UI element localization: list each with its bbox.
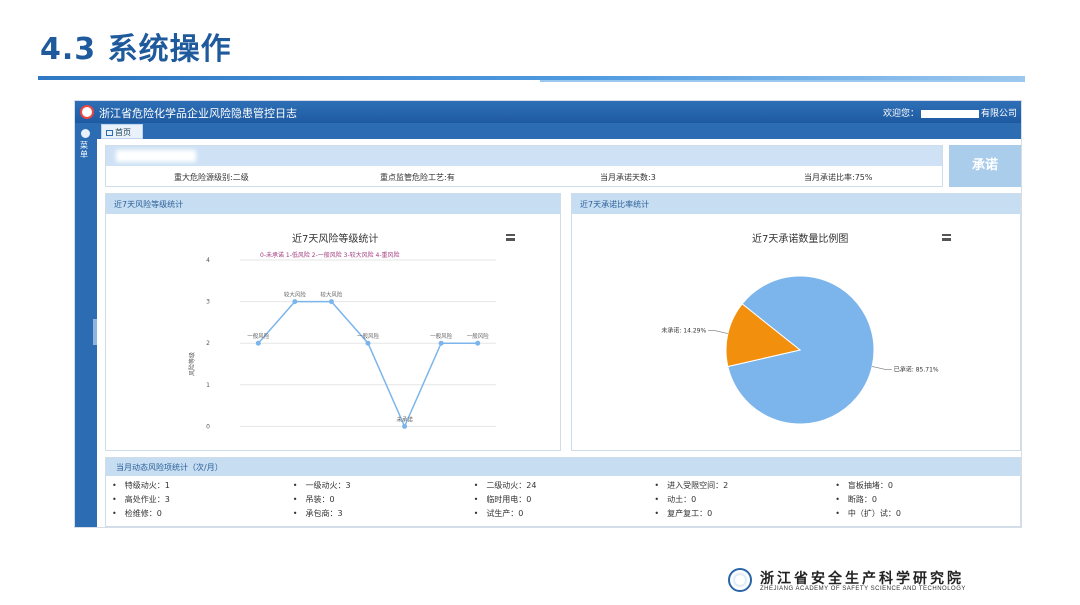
- app-header: 浙江省危险化学品企业风险隐患管控日志 欢迎您： 有限公司: [75, 101, 1021, 123]
- masked-company-name: [920, 109, 979, 118]
- risk-point-label: 一般风险: [430, 332, 453, 340]
- academy-logo-icon: [728, 568, 752, 592]
- risk-level-panel-header: 近7天风险等级统计: [106, 194, 560, 214]
- monthly-risk-panel: 当月动态风险项统计（次/月） 特级动火：1一级动火：3二级动火：24进入受限空间…: [105, 457, 1021, 527]
- stat-commit-rate: 当月承诺比率:75%: [804, 173, 873, 182]
- risk-stat-grid: 特级动火：1一级动火：3二级动火：24进入受限空间：2盲板抽堵：0 高处作业：3吊…: [112, 480, 1016, 519]
- company-banner: [106, 146, 942, 166]
- risk-point-label: 未承诺: [396, 415, 413, 423]
- risk-data-point: [255, 340, 261, 346]
- nav-menu-label[interactable]: 菜单: [80, 141, 92, 159]
- tab-bar: 首页: [97, 123, 1021, 139]
- masked-company-title: [116, 150, 196, 162]
- app-title: 浙江省危险化学品企业风险隐患管控日志: [99, 107, 297, 120]
- stat-hazard-level: 重大危险源级别:二级: [174, 173, 249, 182]
- risk-stat-item: 动土：0: [654, 494, 835, 505]
- tab-home[interactable]: 首页: [101, 124, 143, 139]
- risk-stat-item: 断路：0: [835, 494, 1016, 505]
- welcome-prefix: 欢迎您：: [882, 109, 919, 119]
- risk-data-point: [365, 340, 371, 346]
- risk-point-label: 一般风险: [467, 332, 490, 340]
- risk-data-point: [402, 423, 408, 429]
- pie-label-connector: [872, 366, 892, 370]
- y-tick-label: 3: [206, 299, 210, 306]
- risk-stat-item: 二级动火：24: [474, 480, 655, 491]
- y-tick-label: 2: [206, 340, 210, 347]
- footer-org-name: 浙江省安全生产科学研究院: [760, 571, 964, 587]
- stat-commit-days: 当月承诺天数:3: [600, 173, 656, 182]
- app-logo-icon: [80, 105, 94, 119]
- tab-home-label: 首页: [115, 128, 131, 137]
- footer-org-name-en: ZHEJIANG ACADEMY OF SAFETY SCIENCE AND T…: [760, 586, 966, 592]
- risk-stat-item: 进入受限空间：2: [654, 480, 835, 491]
- company-info-box: 重大危险源级别:二级 重点监管危险工艺:有 当月承诺天数:3 当月承诺比率:75…: [105, 145, 943, 187]
- risk-level-panel: 近7天风险等级统计 近7天风险等级统计 0-未承诺 1-低风险 2-一般风险 3…: [105, 193, 561, 451]
- risk-stat-item: 试生产：0: [474, 508, 655, 519]
- y-tick-label: 0: [206, 423, 210, 430]
- risk-point-label: 一般风险: [357, 332, 380, 340]
- risk-line-chart: -10123412-2912-3012-3101-0101-0201-0301-…: [188, 257, 496, 430]
- welcome-user[interactable]: 欢迎您： 有限公司: [883, 106, 1017, 119]
- nav-toggle-icon[interactable]: [81, 129, 90, 138]
- risk-series-line: [257, 300, 478, 429]
- title-divider-thin: [540, 80, 1025, 82]
- commit-button[interactable]: 承诺: [949, 145, 1021, 187]
- risk-point-label: 较大风险: [320, 291, 343, 299]
- risk-stat-item: 检维修：0: [112, 508, 293, 519]
- pie-data-label: 未承诺: 14.29%: [661, 326, 706, 334]
- risk-point-label: 一般风险: [247, 332, 270, 340]
- risk-data-point: [475, 340, 481, 346]
- side-nav: 菜单: [75, 123, 97, 527]
- slide: 4.3 系统操作 浙江省危险化学品企业风险隐患管控日志 欢迎您： 有限公司 菜单 …: [0, 0, 1080, 605]
- monthly-risk-panel-header: 当月动态风险项统计（次/月）: [106, 458, 1020, 476]
- risk-stat-item: 临时用电：0: [474, 494, 655, 505]
- y-axis-label: 风险等级: [188, 352, 196, 376]
- risk-data-point: [292, 299, 298, 305]
- stat-key-process: 重点监管危险工艺:有: [380, 173, 455, 182]
- risk-point-label: 较大风险: [284, 291, 307, 299]
- pie-label-connector: [708, 330, 728, 334]
- commit-pie-chart: 已承诺: 85.71% 未承诺: 14.29%: [661, 275, 939, 425]
- risk-stat-item: 特级动火：1: [112, 480, 293, 491]
- nav-collapse-handle[interactable]: [93, 319, 97, 345]
- y-tick-label: 1: [206, 382, 210, 389]
- commit-rate-panel: 近7天承诺比率统计 近7天承诺数量比例图 已承诺: 85.71% 未承诺: 14.…: [571, 193, 1021, 451]
- slide-title: 4.3 系统操作: [40, 32, 232, 67]
- risk-data-point: [438, 340, 444, 346]
- app-window: 浙江省危险化学品企业风险隐患管控日志 欢迎您： 有限公司 菜单 首页 重大危险源级…: [74, 100, 1022, 528]
- risk-stat-item: 吊装：0: [293, 494, 474, 505]
- risk-stat-item: 盲板抽堵：0: [835, 480, 1016, 491]
- commit-rate-panel-header: 近7天承诺比率统计: [572, 194, 1020, 214]
- risk-stat-item: 复产复工：0: [654, 508, 835, 519]
- risk-data-point: [328, 299, 334, 305]
- pie-data-label: 已承诺: 85.71%: [894, 366, 939, 374]
- welcome-suffix: 有限公司: [980, 109, 1017, 119]
- y-tick-label: 4: [206, 257, 210, 264]
- risk-stat-item: 中（扩）试：0: [835, 508, 1016, 519]
- risk-stat-item: 一级动火：3: [293, 480, 474, 491]
- risk-stat-item: 承包商：3: [293, 508, 474, 519]
- home-icon: [106, 129, 113, 136]
- risk-stat-item: 高处作业：3: [112, 494, 293, 505]
